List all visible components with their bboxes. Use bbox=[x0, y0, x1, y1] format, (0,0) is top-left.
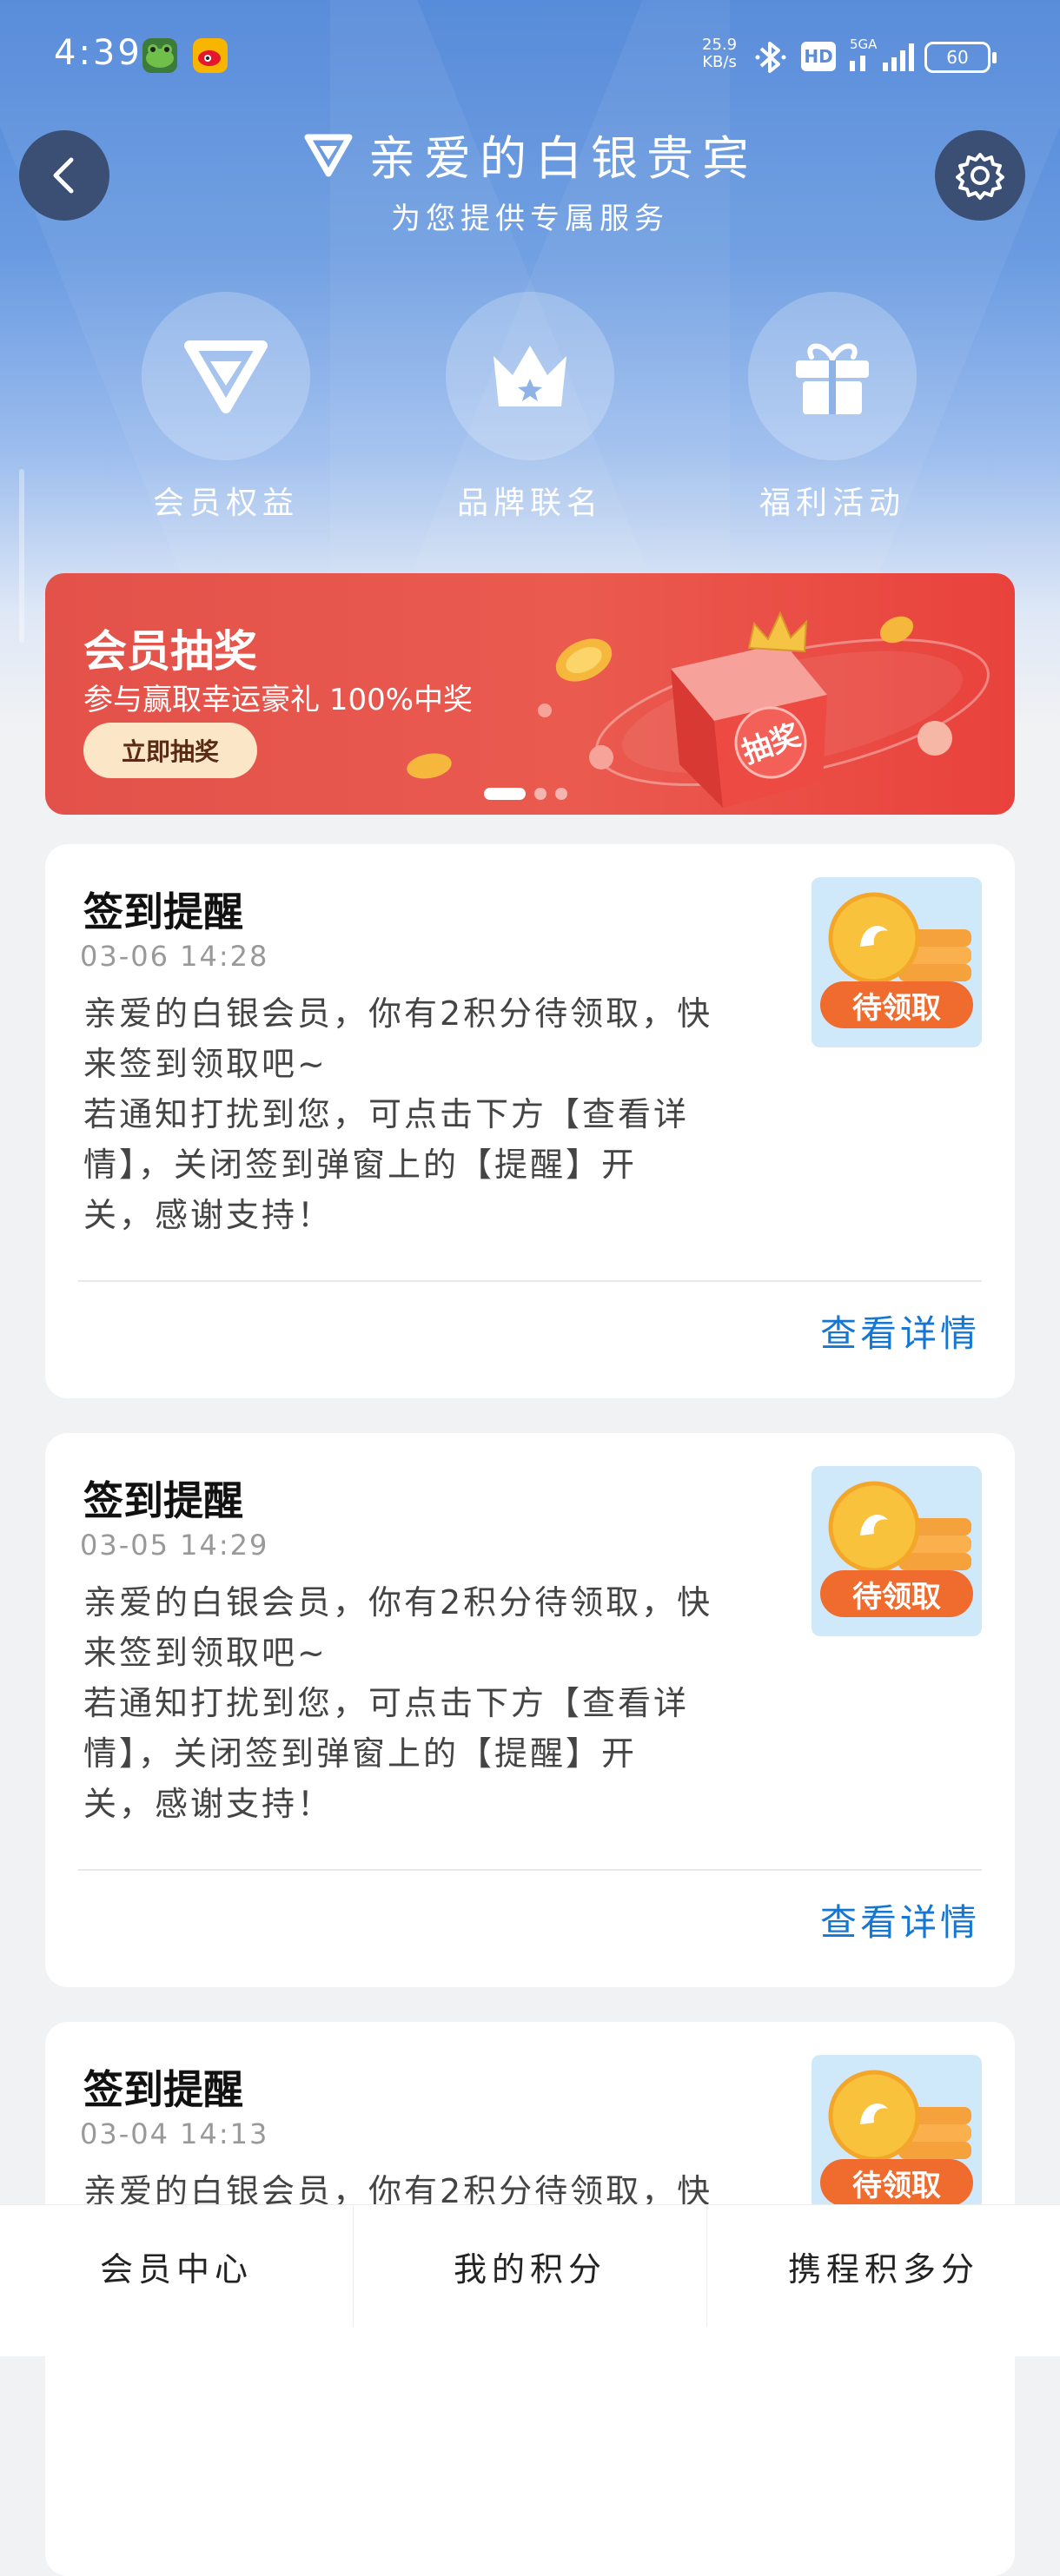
card-message-line: 若通知打扰到您，可点击下方【查看详 bbox=[83, 1684, 690, 1722]
bottom-nav: 会员中心 我的积分 携程积多分 bbox=[0, 2204, 1060, 2356]
status-bar: 4:39 25.9 KB/s HD 5GA 60 bbox=[0, 0, 1060, 113]
crown-icon bbox=[494, 346, 566, 406]
nav-my-points[interactable]: 我的积分 bbox=[354, 2205, 707, 2327]
card-title: 签到提醒 bbox=[83, 1477, 243, 1524]
card-message-line: 若通知打扰到您，可点击下方【查看详 bbox=[83, 1095, 690, 1133]
card-message-line: 来签到领取吧~ bbox=[83, 1045, 328, 1083]
carousel-dot-active bbox=[484, 788, 526, 800]
scroll-indicator bbox=[19, 469, 24, 643]
points-thumbnail[interactable]: 待领取 bbox=[812, 1466, 982, 1636]
carousel-dot bbox=[534, 788, 547, 800]
card-divider bbox=[78, 1280, 982, 1282]
card-message-line: 关，感谢支持！ bbox=[83, 1785, 334, 1823]
checkin-reminder-card: 签到提醒 03-06 14:28 亲爱的白银会员，你有2积分待领取，快 来签到领… bbox=[45, 844, 1015, 1398]
shortcut-label: 品牌联名 bbox=[456, 485, 603, 521]
banner-subtitle: 参与赢取幸运豪礼 100%中奖 bbox=[83, 683, 474, 717]
nav-trip-points[interactable]: 携程积多分 bbox=[707, 2205, 1060, 2327]
diamond-icon bbox=[184, 340, 268, 413]
shortcut-icon-circle bbox=[748, 292, 917, 460]
view-details-link[interactable]: 查看详情 bbox=[820, 1305, 980, 1357]
card-message-line: 情】，关闭签到弹窗上的【提醒】开 bbox=[83, 1146, 638, 1184]
hd-badge: HD bbox=[801, 42, 836, 71]
draw-now-button[interactable]: 立即抽奖 bbox=[83, 723, 257, 778]
card-message-line: 亲爱的白银会员，你有2积分待领取，快 bbox=[83, 1583, 713, 1622]
carousel-indicator bbox=[484, 788, 567, 800]
header-title-row: 亲爱的白银贵宾 bbox=[0, 120, 1060, 188]
card-message-line: 亲爱的白银会员，你有2积分待领取，快 bbox=[83, 994, 713, 1033]
shortcut-brand-collab[interactable]: 品牌联名 bbox=[417, 292, 643, 523]
card-message: 亲爱的白银会员，你有2积分待领取，快 来签到领取吧~ 若通知打扰到您，可点击下方… bbox=[83, 988, 831, 1240]
card-time: 03-06 14:28 bbox=[80, 940, 269, 973]
weibo-app-icon bbox=[193, 38, 228, 73]
diamond-icon bbox=[304, 134, 353, 176]
card-message-line: 情】，关闭签到弹窗上的【提醒】开 bbox=[83, 1734, 638, 1773]
shortcut-label: 会员权益 bbox=[152, 485, 299, 521]
pending-claim-badge: 待领取 bbox=[820, 1570, 973, 1617]
points-thumbnail[interactable]: 待领取 bbox=[812, 877, 982, 1047]
bluetooth-icon bbox=[754, 40, 787, 78]
card-divider bbox=[78, 1869, 982, 1871]
card-message-line: 来签到领取吧~ bbox=[83, 1634, 328, 1672]
shortcut-label: 福利活动 bbox=[759, 485, 905, 521]
net-speed: 25.9 KB/s bbox=[702, 36, 737, 71]
gift-icon bbox=[796, 343, 869, 414]
card-title: 签到提醒 bbox=[83, 2066, 243, 2113]
shortcut-member-benefits[interactable]: 会员权益 bbox=[113, 292, 339, 523]
card-message: 亲爱的白银会员，你有2积分待领取，快 来签到领取吧~ 若通知打扰到您，可点击下方… bbox=[83, 1577, 831, 1829]
card-time: 03-05 14:29 bbox=[80, 1529, 269, 1562]
battery-level: 60 bbox=[946, 47, 969, 68]
banner-title: 会员抽奖 bbox=[83, 626, 257, 677]
checkin-reminder-card: 签到提醒 03-05 14:29 亲爱的白银会员，你有2积分待领取，快 来签到领… bbox=[45, 1433, 1015, 1987]
card-time: 03-04 14:13 bbox=[80, 2117, 269, 2150]
card-title: 签到提醒 bbox=[83, 888, 243, 935]
shortcut-icon-circle bbox=[446, 292, 614, 460]
page-title: 亲爱的白银贵宾 bbox=[368, 131, 758, 186]
battery-indicator: 60 bbox=[924, 42, 997, 73]
pending-claim-badge: 待领取 bbox=[820, 2159, 973, 2206]
net-speed-unit: KB/s bbox=[702, 53, 737, 71]
net-speed-value: 25.9 bbox=[702, 36, 738, 54]
page-subtitle: 为您提供专属服务 bbox=[391, 201, 669, 236]
shortcut-icon-circle bbox=[142, 292, 310, 460]
status-time: 4:39 bbox=[54, 33, 142, 73]
carousel-dot bbox=[555, 788, 567, 800]
signal-icon: 5GA bbox=[848, 36, 914, 78]
network-type: 5GA bbox=[850, 36, 878, 52]
shortcut-welfare-events[interactable]: 福利活动 bbox=[719, 292, 945, 523]
lottery-banner[interactable]: 抽奖 会员抽奖 参与赢取幸运豪礼 100%中奖 立即抽奖 bbox=[45, 573, 1015, 815]
points-thumbnail[interactable]: 待领取 bbox=[812, 2055, 982, 2225]
frog-app-icon bbox=[142, 38, 177, 73]
nav-member-center[interactable]: 会员中心 bbox=[0, 2205, 354, 2327]
card-message-line: 关，感谢支持！ bbox=[83, 1196, 334, 1234]
pending-claim-badge: 待领取 bbox=[820, 981, 973, 1028]
view-details-link[interactable]: 查看详情 bbox=[820, 1893, 980, 1946]
